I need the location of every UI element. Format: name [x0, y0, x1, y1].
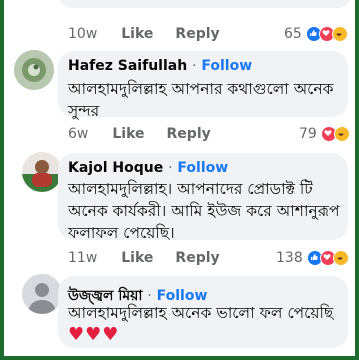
comment-actions: 10w Like Reply: [68, 26, 220, 42]
comment-text-line: আলহামদুলিল্লাহ অনেক ভালো ফল পেয়েছি: [68, 304, 334, 322]
frame-border-left: [0, 0, 4, 360]
comment-text: আলহামদুলিল্লাহ আপনার কথাগুলো অনেক সুন্দর: [68, 78, 343, 122]
comment-author-row: Kajol Hoque · Follow: [68, 160, 228, 176]
comment-actions: 11w Like Reply: [68, 250, 220, 266]
frame-border-bottom: [0, 356, 359, 360]
comment-time[interactable]: 10w: [68, 26, 97, 42]
author-name[interactable]: Kajol Hoque: [68, 160, 163, 176]
author-name[interactable]: Hafez Saifullah: [68, 58, 187, 74]
comment-text: কে সাথে কোন একজন পাউডারের পাতলা: [72, 0, 342, 8]
comment-text-line: ফলাফল পেয়েছি।: [68, 224, 175, 242]
haha-reaction-icon: [332, 250, 349, 266]
like-button[interactable]: Like: [112, 126, 144, 142]
reply-button[interactable]: Reply: [175, 250, 219, 266]
comments-panel: কে সাথে কোন একজন পাউডারের পাতলা 10w Like…: [0, 0, 359, 360]
like-button[interactable]: Like: [121, 26, 153, 42]
comment-time[interactable]: 11w: [68, 250, 97, 266]
comment-time[interactable]: 6w: [68, 126, 88, 142]
comment-text-line: অনেক কার্যকরী। আমি ইউজ করে আশানুরূপ: [68, 202, 340, 220]
follow-button[interactable]: Follow: [201, 58, 252, 74]
comment-actions: 6w Like Reply: [68, 126, 211, 142]
comment-text-line: আলহামদুলিল্লাহ আপনার কথাগুলো অনেক: [68, 80, 334, 98]
avatar[interactable]: [14, 50, 54, 90]
reaction-summary[interactable]: 138: [276, 250, 349, 266]
reply-button[interactable]: Reply: [175, 26, 219, 42]
reply-button[interactable]: Reply: [167, 126, 211, 142]
like-button[interactable]: Like: [121, 250, 153, 266]
haha-reaction-icon: [331, 26, 348, 42]
comment-text: আলহামদুলিল্লাহ অনেক ভালো ফল পেয়েছি ♥♥♥: [68, 302, 346, 346]
comment-text-line: সুন্দর: [68, 102, 100, 120]
frame-border-right: [355, 0, 359, 360]
separator-dot: ·: [168, 160, 173, 176]
haha-reaction-icon: [333, 126, 350, 142]
reaction-count: 65: [284, 26, 302, 42]
comment-bubble: কে সাথে কোন একজন পাউডারের পাতলা: [60, 0, 350, 8]
reaction-summary[interactable]: 65: [284, 26, 348, 42]
reaction-count: 79: [299, 126, 317, 142]
avatar[interactable]: [22, 152, 62, 192]
reaction-summary[interactable]: 79: [299, 126, 350, 142]
follow-button[interactable]: Follow: [177, 160, 228, 176]
avatar[interactable]: [22, 274, 62, 314]
separator-dot: ·: [192, 58, 197, 74]
reaction-count: 138: [276, 250, 303, 266]
comment-text-line: আলহামদুলিল্লাহ। আপনাদের প্রোডাক্ট টি: [68, 180, 313, 198]
heart-emojis: ♥♥♥: [68, 324, 120, 345]
comment-text: আলহামদুলিল্লাহ। আপনাদের প্রোডাক্ট টি অনে…: [68, 178, 346, 244]
comment-author-row: Hafez Saifullah · Follow: [68, 58, 252, 74]
